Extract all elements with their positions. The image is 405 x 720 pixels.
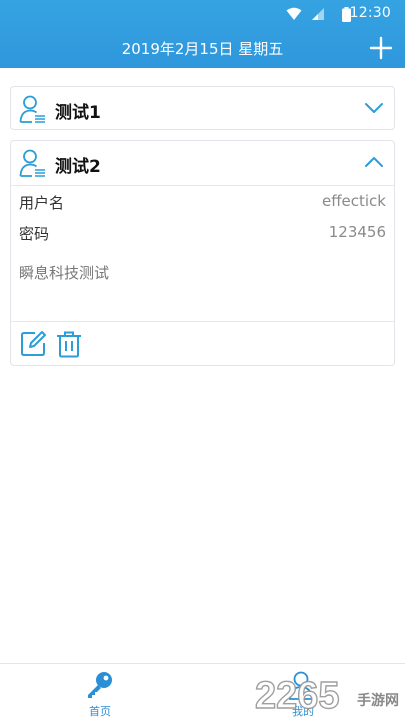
account-avatar-icon xyxy=(19,95,45,123)
svg-text:手游网: 手游网 xyxy=(357,692,399,709)
account-note: 瞬息科技测试 xyxy=(19,264,110,282)
page-title: 2019年2月15日 星期五 xyxy=(121,40,284,58)
note-section: 瞬息科技测试 xyxy=(11,248,394,321)
svg-text:2265: 2265 xyxy=(255,675,340,717)
account-card[interactable]: 测试2 用户名 effectick 密码 123456 瞬息科技测试 xyxy=(10,140,395,366)
username-label: 用户名 xyxy=(19,194,65,212)
chevron-down-icon[interactable] xyxy=(364,101,384,115)
account-name: 测试2 xyxy=(55,157,101,177)
account-card-header[interactable]: 测试1 xyxy=(11,87,394,131)
account-name: 测试1 xyxy=(55,103,101,123)
add-button[interactable] xyxy=(369,36,393,60)
account-card[interactable]: 测试1 xyxy=(10,86,395,130)
password-row: 密码 123456 xyxy=(11,217,394,248)
cellular-signal-icon xyxy=(312,8,324,20)
edit-icon[interactable] xyxy=(19,330,47,358)
wifi-icon xyxy=(286,7,302,20)
account-avatar-icon xyxy=(19,149,45,177)
nav-item-home[interactable]: 首页 xyxy=(60,664,140,720)
password-value[interactable]: 123456 xyxy=(329,223,386,241)
password-label: 密码 xyxy=(19,225,50,243)
account-card-header[interactable]: 测试2 xyxy=(11,141,394,185)
top-bar: 12:30 2019年2月15日 星期五 xyxy=(0,0,405,68)
site-watermark-logo: 2265 手游网 xyxy=(254,674,399,717)
delete-icon[interactable] xyxy=(55,330,83,358)
status-bar: 12:30 xyxy=(0,0,405,28)
username-row: 用户名 effectick xyxy=(11,186,394,217)
key-icon xyxy=(88,672,112,698)
status-time: 12:30 xyxy=(349,5,391,21)
card-actions xyxy=(11,322,394,366)
username-value[interactable]: effectick xyxy=(322,192,386,210)
app-screen: 12:30 2019年2月15日 星期五 测试1 测试2 用户名 effecti… xyxy=(0,0,405,720)
nav-label-home: 首页 xyxy=(89,705,111,718)
chevron-up-icon[interactable] xyxy=(364,155,384,169)
